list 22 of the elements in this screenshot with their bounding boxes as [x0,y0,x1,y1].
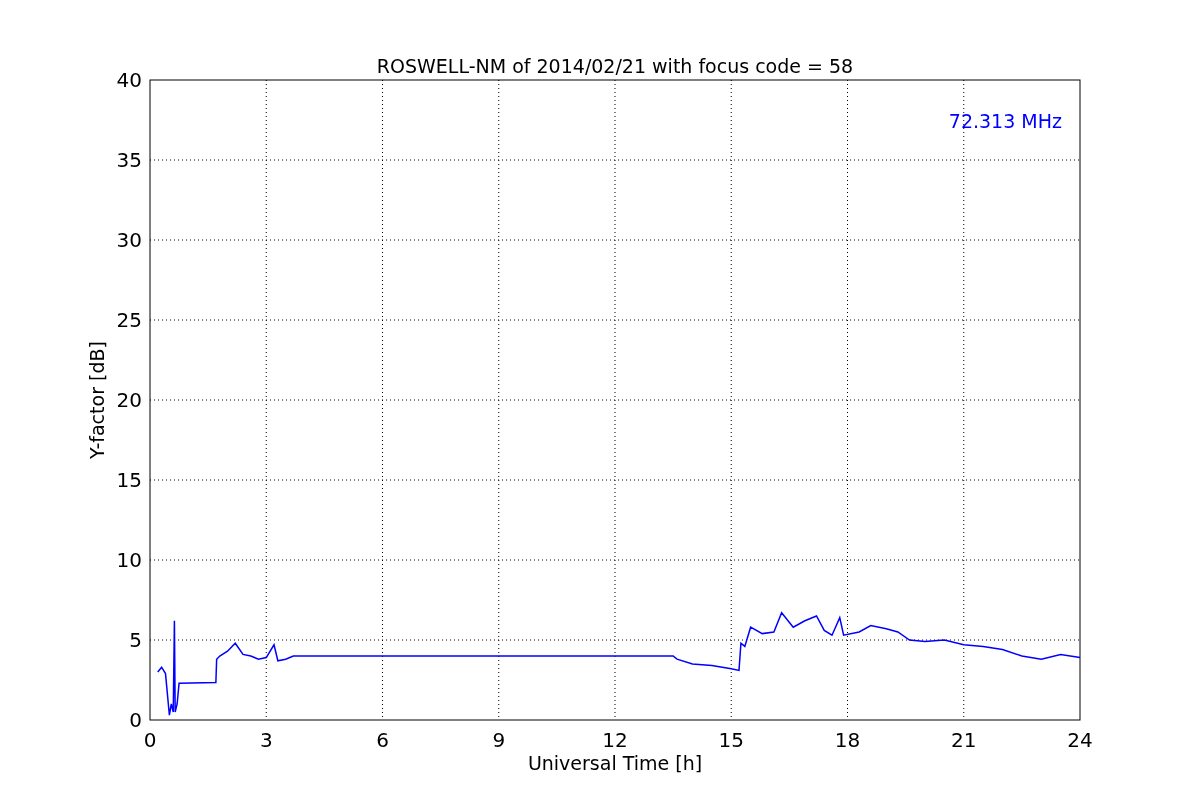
y-tick-label: 0 [129,708,142,732]
x-tick-label: 12 [602,728,628,752]
x-tick-label: 18 [834,728,861,752]
y-tick-label: 40 [116,68,142,92]
x-tick-label: 3 [259,728,273,752]
chart-title: ROSWELL-NM of 2014/02/21 with focus code = 58 [376,55,854,77]
x-tick-label: 21 [951,728,977,752]
x-tick-label: 24 [1067,728,1093,752]
y-tick-label: 30 [116,228,142,252]
frequency-label: 72.313 MHz [948,110,1062,132]
x-tick-label: 0 [143,728,157,752]
y-tick-label: 35 [116,148,142,172]
y-tick-label: 10 [116,548,142,572]
x-tick-label: 6 [376,728,389,752]
x-axis-label: Universal Time [h] [527,752,703,774]
y-tick-label: 15 [116,468,142,492]
x-tick-label: 15 [718,728,744,752]
y-tick-label: 25 [116,308,142,332]
y-axis-label: Y-factor [dB] [86,341,108,459]
y-tick-label: 5 [129,628,142,652]
y-tick-label: 20 [116,388,142,412]
x-tick-label: 9 [492,728,506,752]
